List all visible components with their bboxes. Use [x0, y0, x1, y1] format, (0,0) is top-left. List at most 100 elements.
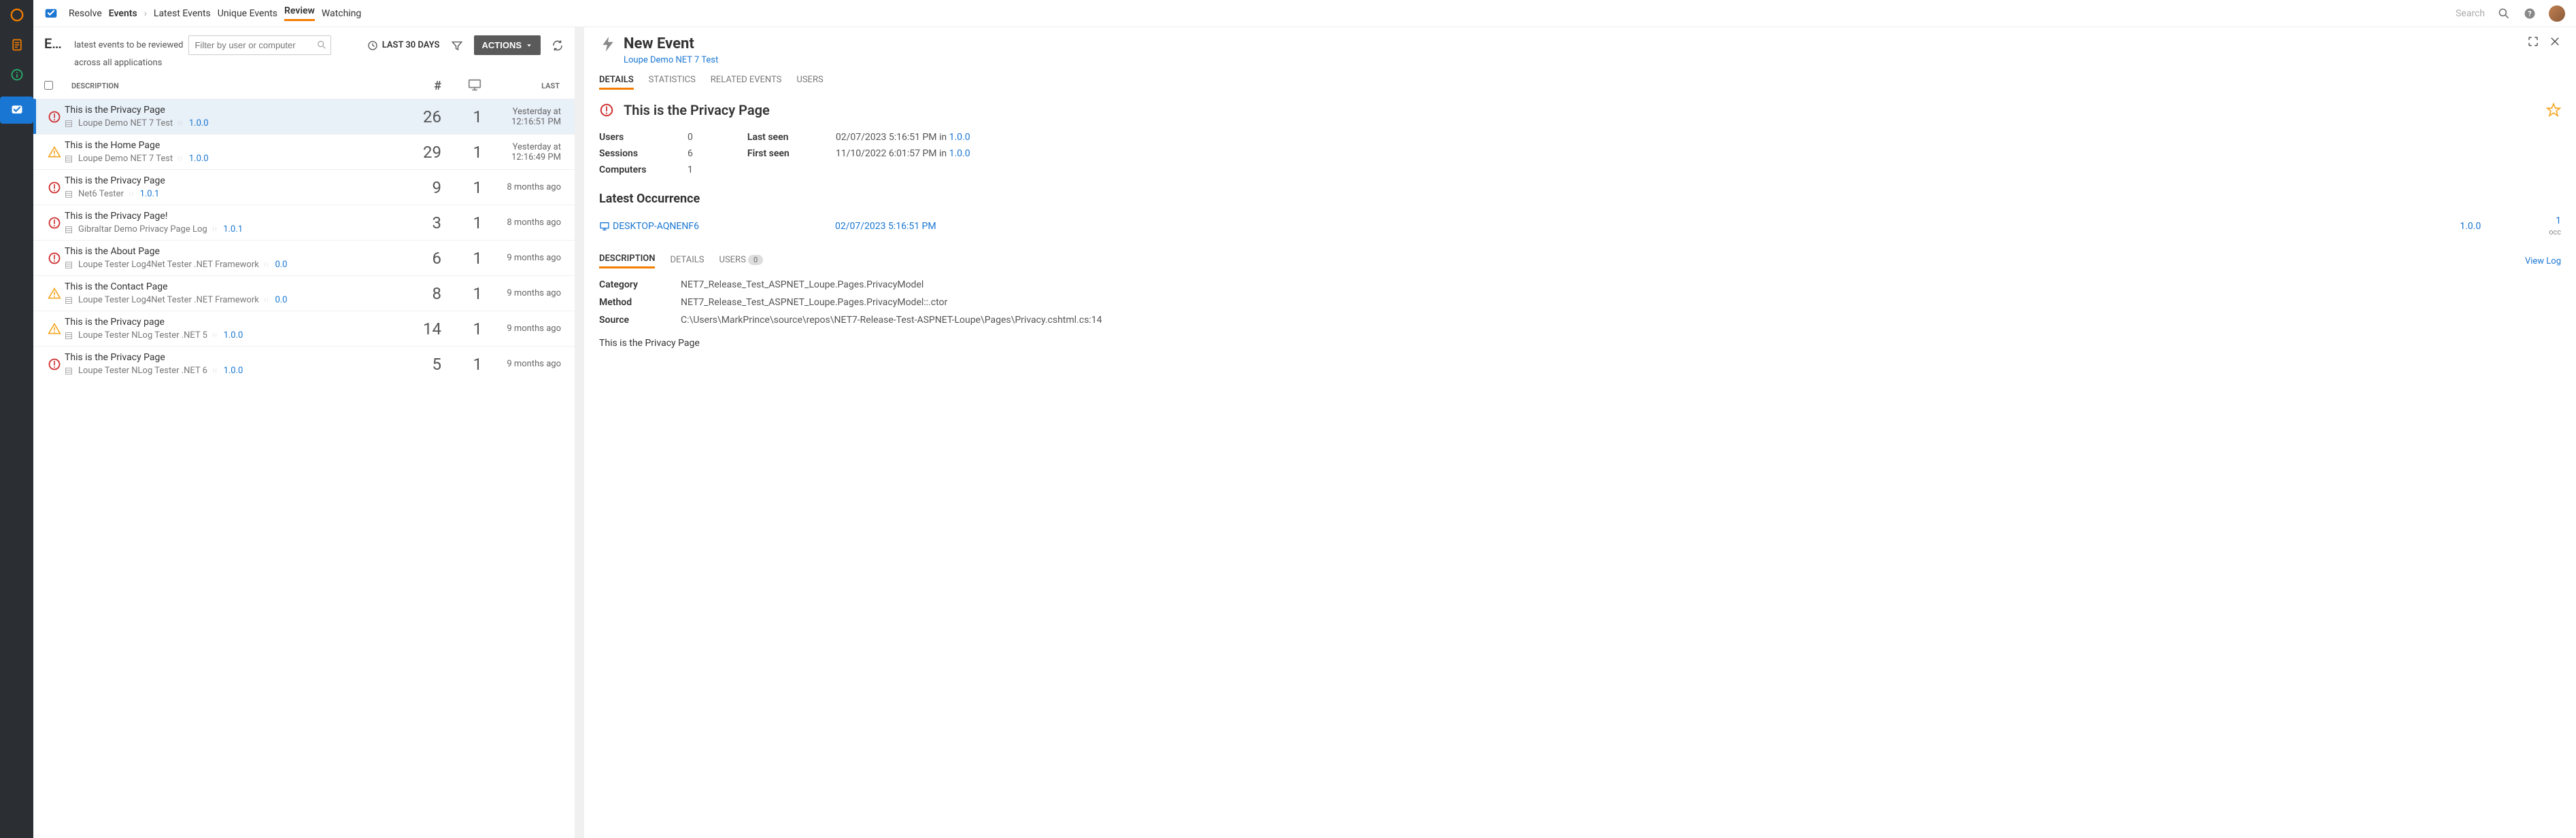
- view-log-link[interactable]: View Log: [2525, 256, 2561, 266]
- close-icon[interactable]: [2549, 35, 2561, 48]
- kv-source-value: C:\Users\MarkPrince\source\repos\NET7-Re…: [681, 315, 2561, 326]
- severity-warn-icon: [44, 322, 65, 336]
- app-icon: [65, 155, 73, 163]
- occurrence-count[interactable]: 1: [2556, 215, 2561, 226]
- table-header: DESCRIPTION # LAST: [33, 73, 575, 99]
- nav-review[interactable]: Review: [284, 5, 315, 21]
- col-last[interactable]: LAST: [482, 82, 564, 90]
- user-avatar[interactable]: [2549, 5, 2565, 22]
- row-last: 8 months ago: [482, 217, 564, 228]
- occurrence-timestamp[interactable]: 02/07/2023 5:16:51 PM: [835, 221, 936, 232]
- event-app-link[interactable]: Loupe Demo NET 7 Test: [624, 55, 718, 65]
- row-title: This is the Privacy Page: [65, 175, 394, 186]
- filter-search-icon: [316, 39, 327, 50]
- app-icon: [65, 226, 73, 234]
- row-version-link[interactable]: 1.0.1: [140, 189, 160, 199]
- occurrence-computer-link[interactable]: DESKTOP-AQNENF6: [599, 221, 699, 232]
- nav-info-icon[interactable]: [9, 67, 25, 83]
- help-icon[interactable]: ?: [2523, 7, 2537, 20]
- occurrence-version[interactable]: 1.0.0: [2460, 221, 2481, 232]
- nav-resolve-icon[interactable]: [0, 97, 33, 124]
- table-row[interactable]: This is the Privacy PageLoupe Tester NLo…: [33, 346, 575, 381]
- row-last: 9 months ago: [482, 253, 564, 263]
- severity-warn-icon: [44, 145, 65, 159]
- row-last: 8 months ago: [482, 182, 564, 192]
- row-version-link[interactable]: 1.0.0: [189, 118, 209, 128]
- stat-lastseen-version[interactable]: 1.0.0: [949, 132, 970, 143]
- version-dots-icon: ⦙⦙: [129, 191, 135, 198]
- row-computers: 1: [441, 355, 482, 374]
- row-app-name: Loupe Demo NET 7 Test: [78, 154, 173, 164]
- col-description[interactable]: DESCRIPTION: [71, 82, 394, 90]
- nav-unique-events[interactable]: Unique Events: [218, 8, 277, 19]
- row-app-name: Gibraltar Demo Privacy Page Log: [78, 224, 207, 234]
- kv-method-key: Method: [599, 297, 660, 308]
- tab-related-events[interactable]: RELATED EVENTS: [711, 75, 782, 90]
- subtab-description[interactable]: DESCRIPTION: [599, 254, 655, 268]
- table-row[interactable]: This is the Home PageLoupe Demo NET 7 Te…: [33, 134, 575, 169]
- row-version-link[interactable]: 1.0.0: [189, 154, 209, 164]
- nav-events[interactable]: Events: [109, 8, 137, 19]
- table-row[interactable]: This is the Privacy pageLoupe Tester NLo…: [33, 311, 575, 346]
- table-row[interactable]: This is the Privacy Page! Gibraltar Demo …: [33, 205, 575, 240]
- vertical-nav: [0, 0, 33, 838]
- expand-icon[interactable]: [2527, 35, 2539, 48]
- bolt-icon: [599, 35, 617, 53]
- row-version-link[interactable]: 1.0.0: [224, 366, 243, 376]
- tab-details[interactable]: DETAILS: [599, 75, 634, 90]
- resolve-brand-icon: [44, 7, 58, 20]
- star-icon[interactable]: [2546, 103, 2561, 118]
- row-count: 6: [394, 249, 441, 268]
- table-row[interactable]: This is the Contact PageLoupe Tester Log…: [33, 275, 575, 311]
- subtab-details[interactable]: DETAILS: [670, 255, 704, 268]
- filter-input[interactable]: [188, 35, 331, 55]
- row-version-link[interactable]: 1.0.1: [223, 224, 243, 234]
- stat-sessions-label: Sessions: [599, 148, 660, 159]
- table-row[interactable]: This is the About PageLoupe Tester Log4N…: [33, 240, 575, 275]
- event-detail-pane: New Event Loupe Demo NET 7 Test: [584, 27, 2576, 838]
- refresh-icon[interactable]: [552, 39, 564, 52]
- detail-tabs: DETAILS STATISTICS RELATED EVENTS USERS: [599, 75, 2561, 90]
- tab-statistics[interactable]: STATISTICS: [649, 75, 696, 90]
- kv-source-key: Source: [599, 315, 660, 326]
- table-row[interactable]: This is the Privacy PageLoupe Demo NET 7…: [33, 99, 575, 134]
- row-version-link[interactable]: 0.0: [275, 260, 287, 270]
- severity-error-icon: [44, 181, 65, 194]
- table-row[interactable]: This is the Privacy PageNet6 Tester⦙⦙1.0…: [33, 169, 575, 205]
- col-count[interactable]: #: [394, 79, 441, 93]
- topbar: Resolve Events › Latest Events Unique Ev…: [33, 0, 2576, 27]
- subtab-users[interactable]: USERS 0: [719, 255, 764, 268]
- row-version-link[interactable]: 1.0.0: [224, 330, 243, 341]
- filter-icon[interactable]: [451, 39, 463, 52]
- row-title: This is the Privacy Page!: [65, 211, 394, 222]
- row-computers: 1: [441, 213, 482, 232]
- col-computers-icon[interactable]: [441, 77, 482, 94]
- nav-latest-events[interactable]: Latest Events: [154, 8, 211, 19]
- row-computers: 1: [441, 249, 482, 268]
- severity-warn-icon: [44, 287, 65, 300]
- kv-category-value: NET7_Release_Test_ASPNET_Loupe.Pages.Pri…: [681, 279, 2561, 290]
- nav-ring-icon[interactable]: [9, 7, 25, 23]
- stat-firstseen-version[interactable]: 1.0.0: [949, 148, 970, 159]
- nav-document-icon[interactable]: [9, 37, 25, 53]
- app-icon: [65, 332, 73, 340]
- row-version-link[interactable]: 0.0: [275, 295, 287, 305]
- nav-watching[interactable]: Watching: [322, 8, 361, 19]
- stat-firstseen-label: First seen: [747, 148, 809, 159]
- event-header-title: New Event: [624, 35, 718, 52]
- nav-resolve[interactable]: Resolve: [69, 8, 102, 19]
- app-icon: [65, 296, 73, 304]
- stat-users-value: 0: [688, 132, 693, 143]
- global-search[interactable]: Search: [2456, 8, 2485, 19]
- row-count: 26: [394, 107, 441, 126]
- row-computers: 1: [441, 143, 482, 162]
- version-dots-icon: ⦙⦙: [213, 226, 218, 233]
- subtab-users-label: USERS: [719, 255, 746, 265]
- timerange-selector[interactable]: LAST 30 DAYS: [367, 40, 440, 51]
- select-all-checkbox[interactable]: [44, 81, 53, 90]
- event-description-text: This is the Privacy Page: [599, 338, 2561, 349]
- search-icon[interactable]: [2497, 7, 2511, 20]
- tab-users[interactable]: USERS: [796, 75, 823, 90]
- actions-button[interactable]: ACTIONS: [474, 35, 541, 55]
- page-subtitle-1: latest events to be reviewed: [74, 40, 183, 50]
